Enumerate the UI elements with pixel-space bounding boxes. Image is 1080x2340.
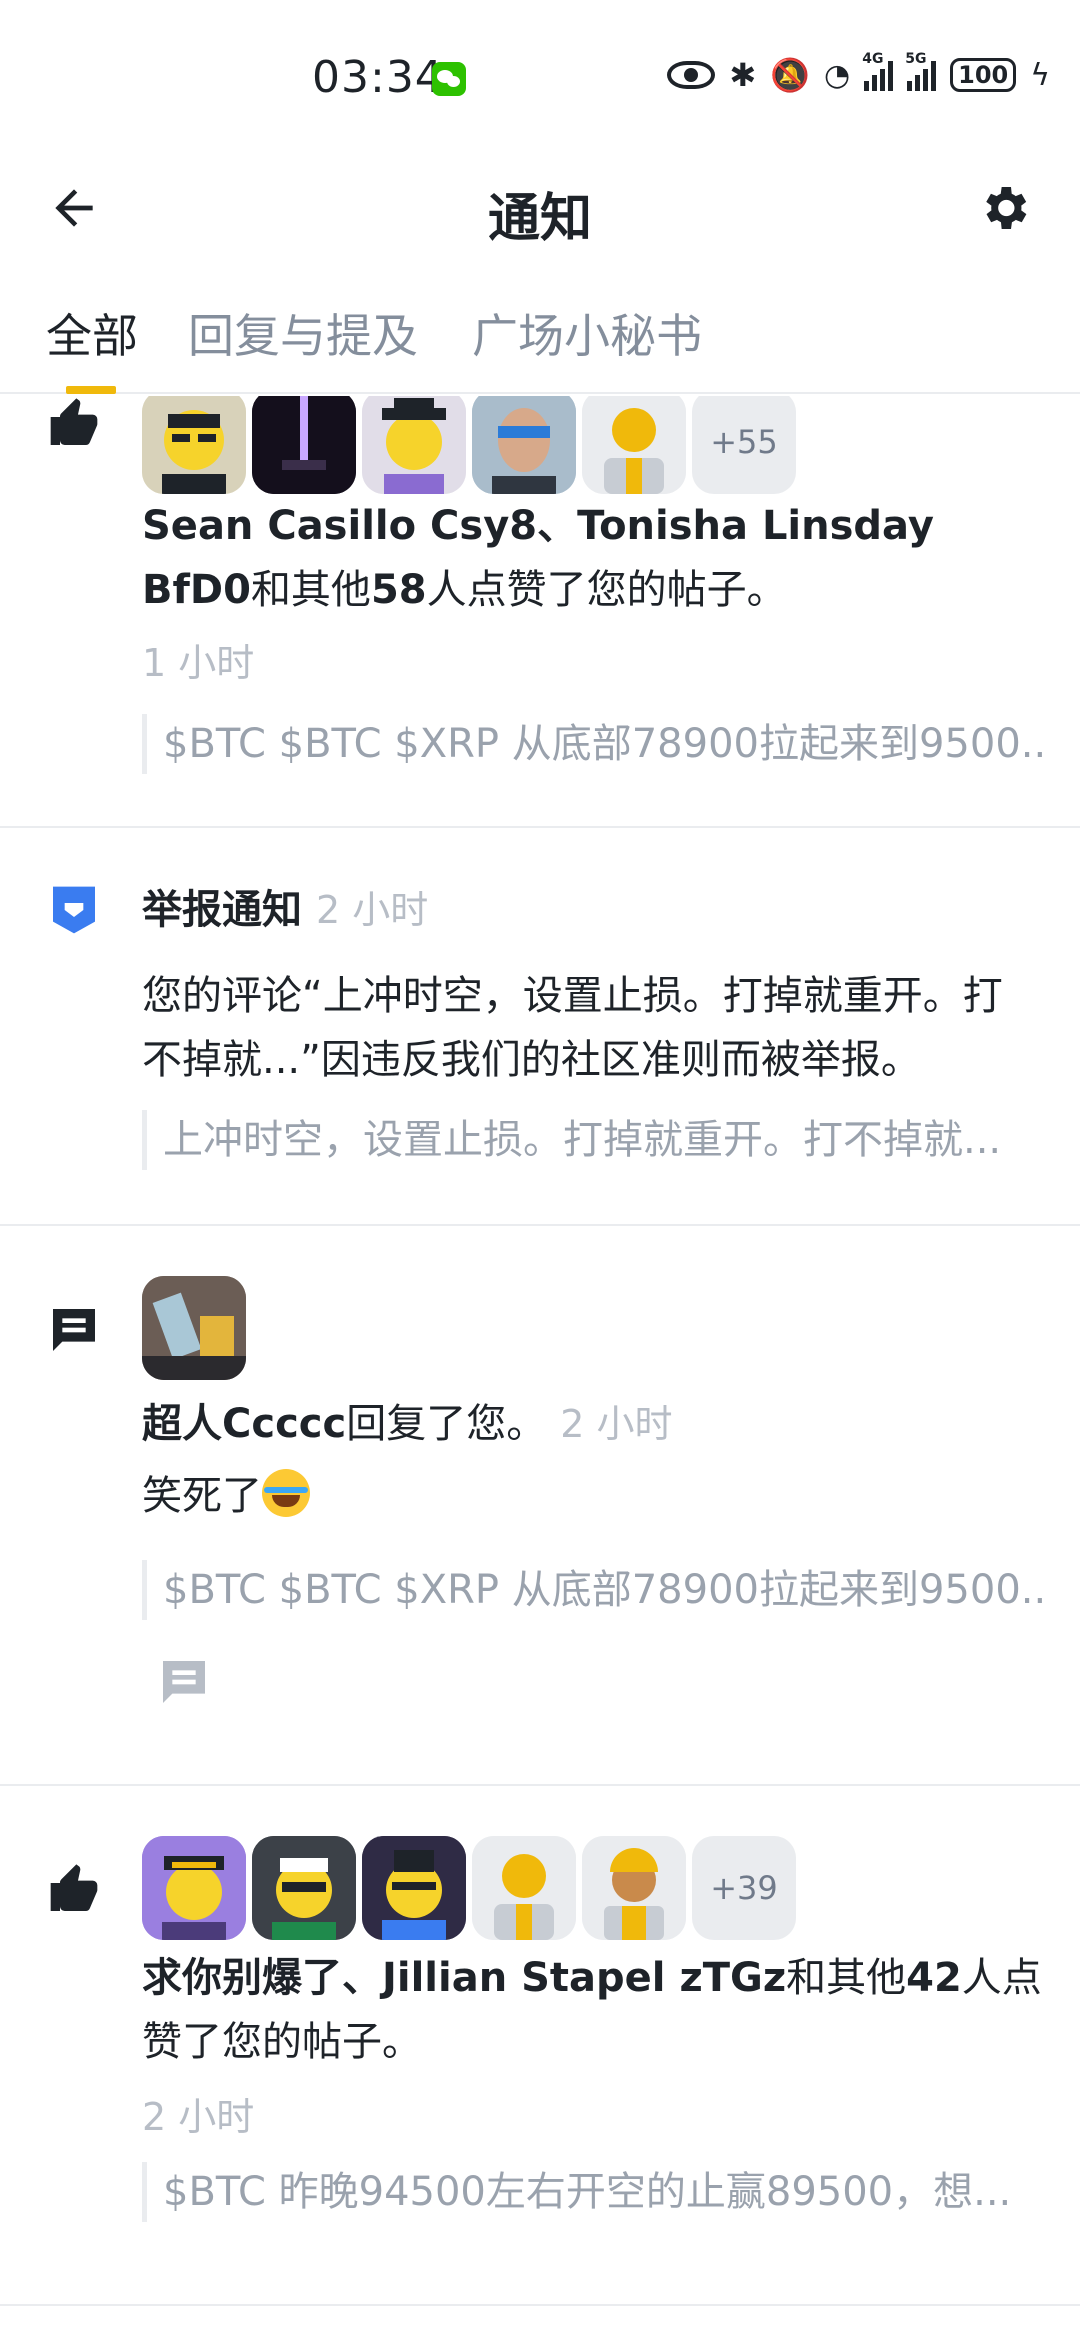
shield-icon (53, 886, 95, 934)
report-message: 您的评论“上冲时空，设置止损。打掉就重开。打不掉就...”因违反我们的社区准则而… (142, 973, 1003, 1083)
avatar[interactable] (362, 1836, 466, 1940)
like-message: 求你别爆了、Jillian Stapel zTGz和其他42人点赞了您的帖子。 (142, 1955, 1042, 2065)
wechat-notification-icon (432, 62, 466, 96)
quoted-post[interactable]: $BTC $BTC $XRP 从底部78900拉起来到9500... (142, 714, 1042, 774)
more-likers-count[interactable]: +55 (692, 396, 796, 494)
laughing-tears-emoji-icon (262, 1469, 310, 1517)
avatar[interactable] (472, 1836, 576, 1940)
tab-square-assistant[interactable]: 广场小秘书 (472, 300, 702, 366)
thumbs-up-icon (50, 398, 98, 445)
avatar[interactable] (142, 1836, 246, 1940)
notifications-page: 03:34 ✱ 🔕 ◔ 4G 5G 100 ϟ 通知 全部 回复与提及 广场小秘… (0, 0, 1080, 2340)
replier-avatar (142, 1276, 246, 1380)
avatar[interactable] (582, 1836, 686, 1940)
more-likers-count[interactable]: +39 (692, 1836, 796, 1940)
notification-time: 2 小时 (142, 2095, 255, 2139)
quoted-comment[interactable]: 上冲时空，设置止损。打掉就重开。打不掉就... (142, 1110, 1042, 1170)
signal-5g-icon: 5G (905, 51, 937, 91)
reply-header: 超人Ccccc回复了您。 2 小时 (142, 1401, 673, 1447)
notification-item-like[interactable]: +55 Sean Casillo Csy8、Tonisha Linsday Bf… (0, 396, 1080, 828)
report-header: 举报通知 2 小时 (142, 887, 429, 933)
quoted-post[interactable]: $BTC 昨晚94500左右开空的止赢89500，想... (142, 2162, 1042, 2222)
thumbs-up-icon (50, 1864, 98, 1911)
wifi-icon: ◔ (824, 57, 851, 93)
battery-icon: 100 (950, 58, 1017, 92)
notification-item-reply[interactable]: 超人Ccccc回复了您。 2 小时 笑死了 $BTC $BTC $XRP 从底部7… (0, 1226, 1080, 1786)
status-icons: ✱ 🔕 ◔ 4G 5G 100 ϟ (667, 51, 1050, 94)
like-message: Sean Casillo Csy8、Tonisha Linsday BfD0和其… (142, 503, 934, 613)
charging-icon: ϟ (1030, 57, 1050, 93)
notification-list: +55 Sean Casillo Csy8、Tonisha Linsday Bf… (0, 396, 1080, 2340)
gear-icon (986, 187, 1027, 229)
status-bar: 03:34 ✱ 🔕 ◔ 4G 5G 100 ϟ (0, 0, 1080, 150)
avatar[interactable] (252, 1836, 356, 1940)
notification-time: 2 小时 (560, 1402, 673, 1446)
reply-comment-icon[interactable] (156, 1654, 212, 1710)
liker-avatars: +55 (142, 396, 796, 494)
avatar[interactable] (472, 396, 576, 494)
tab-replies-mentions[interactable]: 回复与提及 (188, 300, 418, 366)
notification-item-report[interactable]: 举报通知 2 小时 您的评论“上冲时空，设置止损。打掉就重开。打不掉就...”因违… (0, 828, 1080, 1226)
eye-icon (667, 61, 716, 89)
notification-item-like[interactable]: +39 求你别爆了、Jillian Stapel zTGz和其他42人点赞了您的… (0, 1786, 1080, 2306)
notification-time: 1 小时 (142, 641, 255, 685)
app-header: 通知 (0, 150, 1080, 270)
signal-4g-icon: 4G (862, 51, 894, 91)
status-time: 03:34 (312, 52, 444, 103)
settings-button[interactable] (976, 180, 1036, 240)
avatar[interactable] (142, 1276, 246, 1380)
avatar[interactable] (252, 396, 356, 494)
reply-content: 笑死了 (142, 1464, 1042, 1528)
page-title: 通知 (487, 189, 592, 249)
notification-tabs: 全部 回复与提及 广场小秘书 (0, 290, 1080, 394)
quoted-post[interactable]: $BTC $BTC $XRP 从底部78900拉起来到9500... (142, 1560, 1042, 1620)
tab-all[interactable]: 全部 (46, 300, 138, 366)
notification-time: 2 小时 (316, 888, 429, 932)
avatar[interactable] (582, 396, 686, 494)
muted-bell-icon: 🔕 (770, 56, 811, 94)
avatar[interactable] (142, 396, 246, 494)
bluetooth-icon: ✱ (729, 56, 757, 94)
comment-icon (53, 1309, 95, 1351)
liker-avatars: +39 (142, 1836, 796, 1940)
avatar[interactable] (362, 396, 466, 494)
active-tab-indicator (66, 386, 116, 394)
